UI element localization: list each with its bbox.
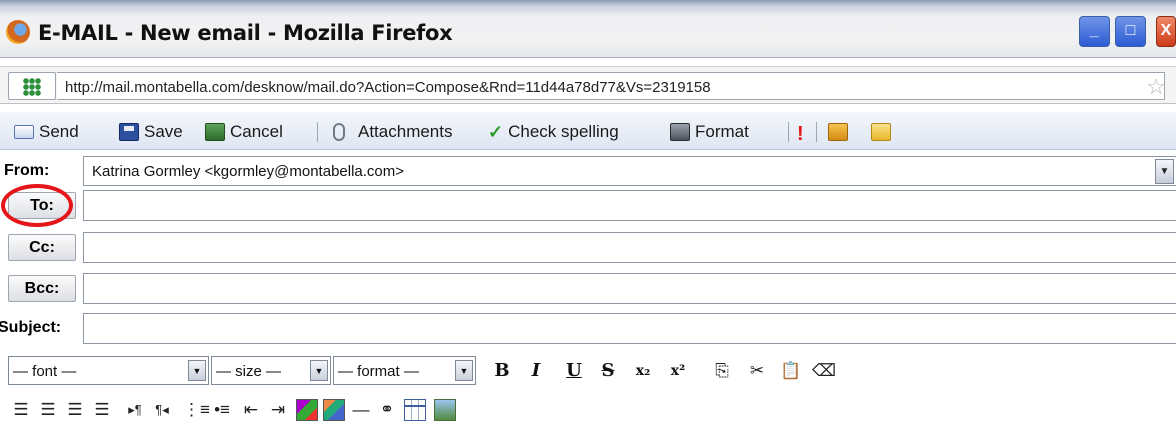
format-select[interactable]: — format — ▼: [333, 356, 476, 385]
check-spelling-label: Check spelling: [508, 122, 619, 141]
send-icon: [14, 125, 34, 139]
window-titlebar: E-MAIL - New email - Mozilla Firefox _ □…: [0, 0, 1176, 58]
cancel-label: Cancel: [230, 122, 283, 141]
chevron-down-icon: ▼: [310, 360, 328, 381]
address-bar: http://mail.montabella.com/desknow/mail.…: [0, 66, 1176, 104]
cc-row: Cc:: [0, 229, 1176, 267]
numbered-list-icon[interactable]: ⋮≡: [183, 399, 210, 421]
toolbar-separator: [317, 122, 318, 142]
underline-button[interactable]: U: [562, 359, 586, 383]
align-center-icon[interactable]: ☰: [37, 399, 59, 421]
attachments-button[interactable]: Attachments: [333, 120, 453, 144]
to-input[interactable]: [83, 190, 1176, 221]
minimize-button[interactable]: _: [1079, 16, 1110, 47]
text-color-icon[interactable]: [296, 399, 318, 421]
eraser-icon[interactable]: ⌫: [812, 360, 836, 382]
contacts-button[interactable]: [871, 120, 891, 144]
bulleted-list-icon[interactable]: •≡: [211, 399, 233, 421]
exclamation-icon: !: [797, 123, 804, 145]
italic-button[interactable]: I: [524, 359, 548, 383]
justify-icon[interactable]: ☰: [91, 399, 113, 421]
indent-icon[interactable]: ⇥: [267, 399, 289, 421]
copy-icon[interactable]: ⎘: [711, 360, 733, 382]
from-row: From: Katrina Gormley <kgormley@montabel…: [0, 153, 1176, 191]
format-select-value: — format —: [338, 363, 419, 380]
editor-toolbar-paragraph: ☰ ☰ ☰ ☰ ▸¶ ¶◂ ⋮≡ •≡ ⇤ ⇥ — ⚭: [0, 393, 1176, 427]
cut-icon[interactable]: ✂: [746, 360, 768, 382]
send-label: Send: [39, 122, 79, 141]
send-button[interactable]: Send: [14, 120, 79, 144]
bcc-row: Bcc:: [0, 270, 1176, 308]
image-icon[interactable]: [434, 399, 456, 421]
outdent-icon[interactable]: ⇤: [240, 399, 262, 421]
strikethrough-button[interactable]: S: [596, 359, 620, 383]
chevron-down-icon: ▼: [188, 360, 206, 381]
table-icon[interactable]: [404, 399, 426, 421]
from-label: From:: [4, 162, 50, 179]
to-row: To:: [0, 184, 1176, 227]
subject-input[interactable]: [83, 313, 1176, 344]
cancel-button[interactable]: Cancel: [205, 120, 283, 144]
font-select[interactable]: — font — ▼: [8, 356, 209, 385]
save-label: Save: [144, 122, 183, 141]
toolbar-separator: [816, 122, 817, 142]
subject-row: Subject:: [0, 310, 1176, 348]
from-select[interactable]: Katrina Gormley <kgormley@montabella.com…: [83, 156, 1176, 186]
site-identity-icon[interactable]: [8, 72, 56, 100]
bcc-button[interactable]: Bcc:: [8, 275, 76, 302]
save-button[interactable]: Save: [119, 120, 183, 144]
align-left-icon[interactable]: ☰: [10, 399, 32, 421]
superscript-button[interactable]: x²: [666, 359, 690, 383]
spellcheck-icon: ✓: [488, 122, 504, 142]
from-value: Katrina Gormley <kgormley@montabella.com…: [92, 163, 405, 180]
size-select[interactable]: — size — ▼: [211, 356, 331, 385]
align-right-icon[interactable]: ☰: [64, 399, 86, 421]
format-button[interactable]: Format: [670, 120, 749, 144]
font-select-value: — font —: [13, 363, 77, 380]
horizontal-rule-icon[interactable]: —: [350, 399, 372, 421]
firefox-logo-icon: [6, 20, 30, 44]
priority-button[interactable]: !: [797, 120, 807, 145]
toolbar-separator: [788, 122, 789, 142]
contacts-icon: [871, 123, 891, 141]
highlight-color-icon[interactable]: [323, 399, 345, 421]
ltr-direction-icon[interactable]: ▸¶: [124, 399, 146, 421]
paste-icon[interactable]: 📋: [780, 360, 802, 382]
subject-label: Subject:: [0, 319, 62, 336]
address-book-button[interactable]: [828, 120, 848, 144]
chevron-down-icon: ▼: [455, 360, 473, 381]
size-select-value: — size —: [216, 363, 282, 380]
cc-input[interactable]: [83, 232, 1176, 263]
format-icon: [670, 123, 690, 141]
save-disk-icon: [119, 123, 139, 141]
chevron-down-icon[interactable]: ▼: [1155, 159, 1174, 184]
rtl-direction-icon[interactable]: ¶◂: [151, 399, 173, 421]
cancel-exit-icon: [205, 123, 225, 141]
address-book-icon: [828, 123, 848, 141]
url-input[interactable]: http://mail.montabella.com/desknow/mail.…: [57, 72, 1166, 100]
format-label: Format: [695, 122, 749, 141]
attachments-label: Attachments: [358, 122, 453, 141]
bold-button[interactable]: B: [490, 359, 514, 383]
close-button[interactable]: X: [1156, 16, 1176, 47]
highlight-circle: [1, 184, 73, 227]
url-text: http://mail.montabella.com/desknow/mail.…: [65, 79, 711, 96]
mail-toolbar: Send Save Cancel Attachments ✓ Check spe…: [0, 112, 1176, 150]
editor-toolbar-format: — font — ▼ — size — ▼ — format — ▼ B I U…: [0, 354, 1176, 388]
maximize-button[interactable]: □: [1115, 16, 1146, 47]
bookmark-star-icon[interactable]: ☆: [1146, 74, 1166, 100]
cc-button[interactable]: Cc:: [8, 234, 76, 261]
window-title: E-MAIL - New email - Mozilla Firefox: [38, 21, 453, 45]
link-icon[interactable]: ⚭: [376, 399, 398, 421]
bcc-input[interactable]: [83, 273, 1176, 304]
paperclip-icon: [333, 123, 345, 141]
subscript-button[interactable]: x₂: [631, 359, 655, 383]
check-spelling-button[interactable]: ✓ Check spelling: [488, 120, 619, 144]
